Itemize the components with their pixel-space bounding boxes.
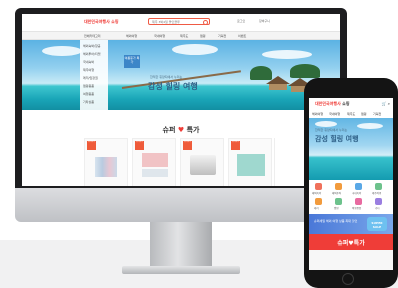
side-quick-panel bbox=[274, 138, 293, 186]
nav-item-event[interactable]: 이벤트 bbox=[238, 34, 246, 38]
deals-title-prefix: 슈퍼 bbox=[162, 126, 176, 134]
deal-tag: 슈퍼특가 bbox=[135, 141, 144, 150]
site-logo[interactable]: 대한민국여행사 쇼핑 bbox=[84, 19, 119, 25]
desktop-screen: 대한민국여행사 쇼핑 제주 3박4일 올인클루 로그인 장바구니 전체카테고리 … bbox=[22, 14, 340, 186]
desktop-header: 대한민국여행사 쇼핑 제주 3박4일 올인클루 로그인 장바구니 bbox=[22, 14, 340, 31]
sidebar-item[interactable]: 제주여행 bbox=[83, 68, 94, 72]
sidebar-item[interactable]: 기타상품 bbox=[83, 100, 94, 104]
mobile-banner-title: 감성 힐링 여행 bbox=[315, 135, 359, 143]
super-sale-badge: SUPER SALE bbox=[367, 217, 387, 231]
sidebar-item[interactable]: 해외투어/티켓 bbox=[83, 52, 101, 56]
category-icon[interactable] bbox=[335, 198, 342, 205]
category-icon[interactable] bbox=[335, 183, 342, 190]
category-icon[interactable] bbox=[355, 183, 362, 190]
tab-domestic[interactable]: 국내여행 bbox=[329, 112, 340, 116]
category-label: 제주여행 bbox=[372, 192, 382, 195]
sidebar-item[interactable]: 레저/입장권 bbox=[83, 76, 98, 80]
nav-item-jeju[interactable]: 제주도 bbox=[180, 34, 188, 38]
mobile-banner-subtitle: 한적한 휴양지에서 누리는 bbox=[315, 128, 348, 132]
sidebar-item[interactable]: 국내숙박 bbox=[83, 60, 94, 64]
category-icon[interactable] bbox=[315, 183, 322, 190]
home-button[interactable] bbox=[342, 273, 354, 285]
monitor-chin bbox=[15, 188, 347, 222]
monitor-stand bbox=[150, 222, 212, 270]
tab-overseas[interactable]: 해외여행 bbox=[312, 112, 323, 116]
banner-title: 감성 힐링 여행 bbox=[148, 82, 198, 91]
mobile-product-strip bbox=[309, 250, 393, 270]
login-link[interactable]: 로그인 bbox=[237, 19, 245, 23]
search-input[interactable]: 제주 3박4일 올인클루 bbox=[148, 18, 210, 25]
cloud bbox=[262, 50, 312, 59]
deals-title: 슈퍼 ♥ 특가 bbox=[22, 125, 340, 135]
nav-item-overseas[interactable]: 해외여행 bbox=[126, 34, 137, 38]
mobile-logo-text: 대한민국여행사 bbox=[315, 101, 341, 106]
category-label: 여행용품 bbox=[352, 207, 362, 210]
product-card[interactable]: 슈퍼특가 bbox=[132, 138, 176, 186]
nav-item-camping[interactable]: 캠핑 bbox=[200, 34, 206, 38]
deals-title-suffix: 특가 bbox=[186, 126, 200, 134]
tab-camping[interactable]: 캠핑 bbox=[361, 112, 367, 116]
category-icon[interactable] bbox=[355, 198, 362, 205]
category-sidebar: 해외숙박/항공 해외투어/티켓 국내숙박 제주여행 레저/입장권 캠핑용품 여행… bbox=[80, 40, 108, 112]
cloud bbox=[315, 121, 337, 127]
mobile-deals-label: 슈퍼♥특가 bbox=[337, 240, 365, 247]
sidebar-item[interactable]: 여행용품 bbox=[83, 92, 94, 96]
deal-tag: 슈퍼특가 bbox=[231, 141, 240, 150]
palm-trees bbox=[290, 64, 320, 78]
search-placeholder: 제주 3박4일 올인클루 bbox=[152, 20, 180, 24]
tab-special[interactable]: 기획전 bbox=[373, 112, 381, 116]
mobile-banner[interactable]: 한적한 휴양지에서 누리는 감성 힐링 여행 bbox=[309, 118, 393, 180]
cart-search-icon[interactable]: 🛒 ⌕ bbox=[382, 101, 391, 106]
category-label: 해외투어 bbox=[332, 192, 342, 195]
nav-item-special[interactable]: 기획전 bbox=[218, 34, 226, 38]
nav-item-domestic[interactable]: 국내여행 bbox=[154, 34, 165, 38]
category-icon[interactable] bbox=[315, 198, 322, 205]
deal-tag: 슈퍼특가 bbox=[183, 141, 192, 150]
mobile-logo[interactable]: 대한민국여행사 쇼핑 bbox=[315, 101, 350, 107]
mobile-logo-suffix: 쇼핑 bbox=[342, 101, 350, 106]
search-icon[interactable] bbox=[203, 20, 208, 25]
product-image bbox=[190, 155, 216, 175]
product-image bbox=[142, 153, 168, 167]
promo-badge: 여름휴가 특가 bbox=[124, 55, 140, 68]
villa-roof bbox=[266, 76, 290, 84]
heart-icon: ♥ bbox=[177, 126, 185, 134]
category-label: 해외숙박 bbox=[312, 192, 322, 195]
tab-jeju[interactable]: 제주도 bbox=[347, 112, 355, 116]
product-image bbox=[142, 169, 168, 177]
promo-text: 슈퍼세일 해외 여행 상품 최대 할인 bbox=[314, 219, 358, 223]
sidebar-item[interactable]: 해외숙박/항공 bbox=[83, 44, 101, 48]
product-image bbox=[95, 157, 117, 177]
category-label: 기타 bbox=[375, 207, 380, 210]
category-icon[interactable] bbox=[375, 183, 382, 190]
mobile-screen: 대한민국여행사 쇼핑 🛒 ⌕ 해외여행 국내여행 제주도 캠핑 기획전 한적한 … bbox=[309, 98, 393, 270]
monitor-foot bbox=[122, 266, 240, 274]
mobile-deals-bar[interactable]: 슈퍼♥특가 bbox=[309, 234, 393, 250]
category-icon[interactable] bbox=[375, 198, 382, 205]
promo-banner[interactable]: 슈퍼세일 해외 여행 상품 최대 할인 SUPER SALE bbox=[309, 214, 393, 234]
main-nav: 전체카테고리 해외여행 국내여행 제주도 캠핑 기획전 이벤트 bbox=[22, 31, 340, 40]
super-sale-label: SUPER SALE bbox=[371, 221, 383, 229]
hero-banner[interactable]: 여름휴가 특가 한적한 휴양지에서 누리는 감성 힐링 여행 bbox=[22, 40, 340, 110]
deal-tag: 슈퍼특가 bbox=[87, 141, 96, 150]
category-label: 국내숙박 bbox=[352, 192, 362, 195]
banner-subtitle: 한적한 휴양지에서 누리는 bbox=[150, 75, 183, 79]
product-card[interactable]: 슈퍼특가 bbox=[180, 138, 224, 186]
sidebar-item[interactable]: 캠핑용품 bbox=[83, 84, 94, 88]
nav-item-all-category[interactable]: 전체카테고리 bbox=[84, 34, 101, 38]
cart-link[interactable]: 장바구니 bbox=[259, 19, 270, 23]
product-card[interactable]: 슈퍼특가 bbox=[228, 138, 272, 186]
cloud bbox=[172, 44, 218, 55]
category-icon-grid: 해외숙박 해외투어 국내숙박 제주여행 레저 캠핑 여행용품 기타 bbox=[309, 180, 393, 214]
category-label: 캠핑 bbox=[334, 207, 339, 210]
cloud bbox=[42, 46, 82, 56]
villa bbox=[269, 84, 287, 90]
product-image bbox=[237, 154, 265, 176]
product-card[interactable]: 슈퍼특가 bbox=[84, 138, 128, 186]
category-label: 레저 bbox=[314, 207, 319, 210]
cloud bbox=[357, 123, 383, 129]
